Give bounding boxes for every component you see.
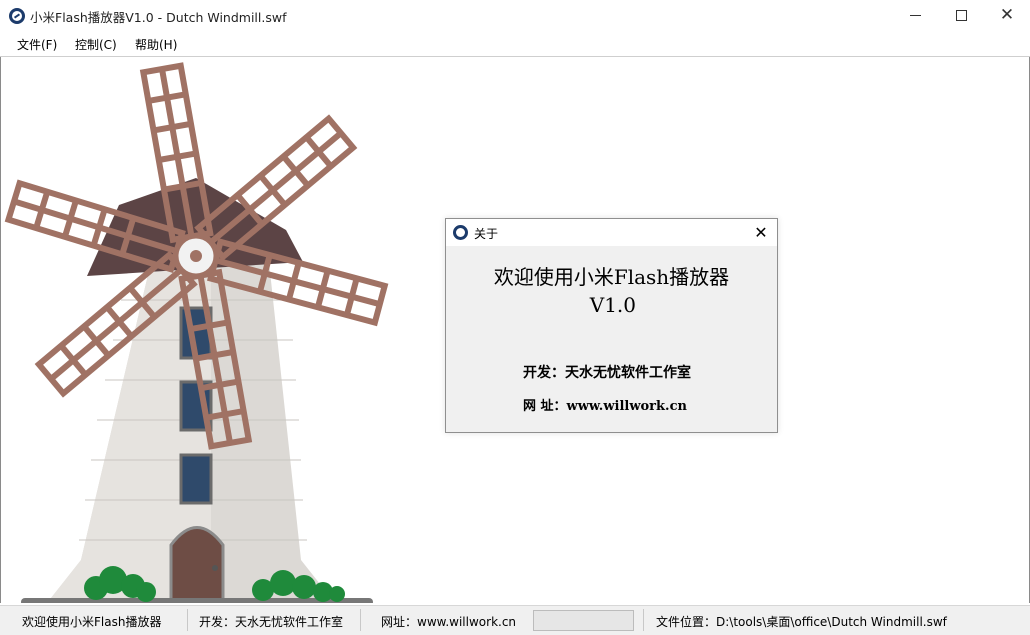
dialog-title-bar: 关于 ✕ xyxy=(446,219,777,246)
dialog-website[interactable]: 网 址：www.willwork.cn xyxy=(523,395,687,414)
status-file-location: 文件位置：D:\tools\桌面\office\Dutch Windmill.s… xyxy=(656,615,947,629)
maximize-button[interactable] xyxy=(938,0,984,31)
minimize-button[interactable] xyxy=(892,0,938,31)
dialog-close-button[interactable]: ✕ xyxy=(748,222,774,244)
menu-control[interactable]: 控制(C) xyxy=(75,36,117,53)
windmill-door xyxy=(169,526,225,602)
menu-help[interactable]: 帮助(H) xyxy=(135,36,177,53)
about-dialog: 关于 ✕ 欢迎使用小米Flash播放器 V1.0 开发：天水无忧软件工作室 网 … xyxy=(445,218,778,433)
dialog-version: V1.0 xyxy=(589,293,636,317)
maximize-icon xyxy=(955,10,967,21)
minimize-icon xyxy=(909,15,921,16)
dialog-developer: 开发：天水无忧软件工作室 xyxy=(523,365,691,381)
dialog-heading: 欢迎使用小米Flash播放器 xyxy=(493,265,730,289)
close-icon: ✕ xyxy=(999,5,1015,25)
window-title: 小米Flash播放器V1.0 - Dutch Windmill.swf xyxy=(30,10,287,25)
dialog-title: 关于 xyxy=(474,227,499,241)
title-bar: 小米Flash播放器V1.0 - Dutch Windmill.swf ✕ xyxy=(0,0,1030,31)
status-welcome: 欢迎使用小米Flash播放器 xyxy=(22,615,162,629)
menu-file[interactable]: 文件(F) xyxy=(17,36,57,53)
windmill-window xyxy=(179,453,213,505)
menu-bar: 文件(F) 控制(C) 帮助(H) xyxy=(0,31,1030,57)
status-separator xyxy=(360,609,361,631)
status-website: 网址：www.willwork.cn xyxy=(381,615,517,629)
status-bar: 欢迎使用小米Flash播放器 开发：天水无忧软件工作室 网址：www.willw… xyxy=(0,605,1030,635)
status-progress-bar xyxy=(533,610,634,631)
flash-player-icon xyxy=(453,225,468,240)
flash-stage[interactable]: 关于 ✕ 欢迎使用小米Flash播放器 V1.0 开发：天水无忧软件工作室 网 … xyxy=(0,57,1030,603)
status-separator xyxy=(643,609,644,631)
status-developer: 开发：天水无忧软件工作室 xyxy=(199,615,344,629)
flash-player-icon[interactable] xyxy=(9,8,25,24)
close-button[interactable]: ✕ xyxy=(984,0,1030,31)
status-separator xyxy=(187,609,188,631)
